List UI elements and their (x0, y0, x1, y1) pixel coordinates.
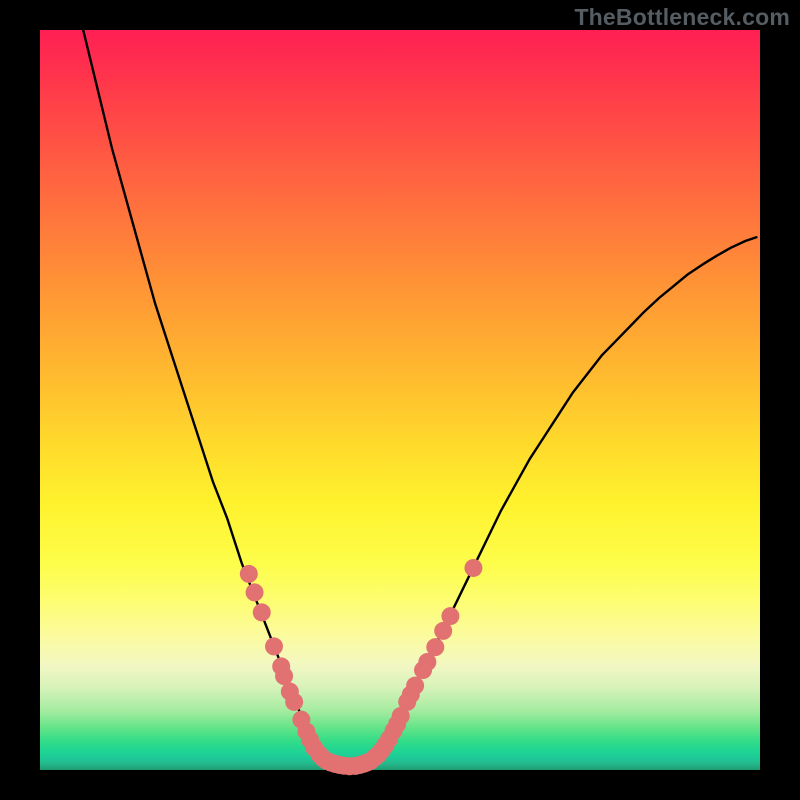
marker-point (464, 559, 482, 577)
marker-point (275, 667, 293, 685)
series-curve-left (83, 30, 349, 766)
marker-point (240, 565, 258, 583)
curve (83, 30, 756, 766)
chart-stage: TheBottleneck.com (0, 0, 800, 800)
data-markers (240, 559, 483, 775)
marker-point (265, 637, 283, 655)
marker-point (246, 583, 264, 601)
marker-point (426, 638, 444, 656)
marker-point (253, 603, 271, 621)
chart-overlay (40, 30, 760, 770)
marker-point (441, 607, 459, 625)
marker-point (406, 677, 424, 695)
watermark-text: TheBottleneck.com (574, 4, 790, 31)
marker-point (285, 693, 303, 711)
